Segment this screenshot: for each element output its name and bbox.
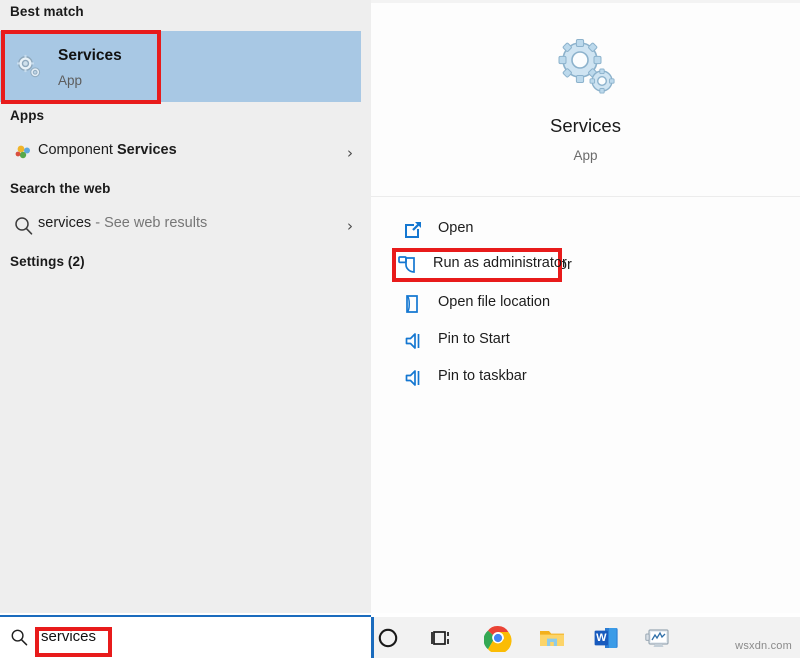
watermark: wsxdn.com xyxy=(735,640,792,652)
file-explorer-icon[interactable] xyxy=(538,624,566,652)
pin-icon xyxy=(402,367,424,389)
search-icon xyxy=(12,214,36,238)
detail-panel-divider xyxy=(371,196,800,197)
windows-search-screen: Best match Services A xyxy=(0,0,800,658)
app-hero-section: Services App xyxy=(371,0,800,196)
action-label-pin-to-start: Pin to Start xyxy=(438,331,510,347)
action-label-pin-to-taskbar: Pin to taskbar xyxy=(438,368,527,384)
cortana-icon[interactable] xyxy=(374,624,402,652)
action-open-file-location[interactable]: Open file location xyxy=(371,285,800,323)
result-row-component-services[interactable]: Component Services › xyxy=(0,133,371,173)
section-header-search-the-web: Search the web xyxy=(0,181,110,196)
web-query-text: services xyxy=(38,215,91,231)
svg-text:W: W xyxy=(596,632,607,644)
search-icon xyxy=(10,628,29,647)
action-pin-to-taskbar[interactable]: Pin to taskbar xyxy=(371,359,800,397)
action-pin-to-start[interactable]: Pin to Start xyxy=(371,322,800,360)
annotation-overlay-run-as-administrator[interactable]: Run as administrator xyxy=(392,248,562,282)
action-label-open: Open xyxy=(438,220,473,236)
app-title: Services xyxy=(371,115,800,137)
task-view-icon[interactable] xyxy=(428,624,456,652)
annotation-box-search-text xyxy=(35,627,112,657)
chevron-right-icon[interactable]: › xyxy=(347,217,353,235)
web-see-results-text: - See web results xyxy=(91,215,207,231)
result-row-web-search[interactable]: services - See web results › xyxy=(0,206,371,246)
result-match: Services xyxy=(117,142,177,158)
action-label-run-as-administrator-highlighted: Run as administrator xyxy=(433,255,567,271)
folder-location-icon xyxy=(402,293,424,315)
pin-icon xyxy=(402,330,424,352)
section-header-apps: Apps xyxy=(0,108,44,123)
component-services-icon xyxy=(12,141,36,165)
shield-admin-icon xyxy=(397,254,419,276)
performance-monitor-icon[interactable] xyxy=(644,624,672,652)
action-open[interactable]: Open xyxy=(371,211,800,249)
section-header-best-match: Best match xyxy=(0,4,84,19)
result-label-component-services: Component Services xyxy=(38,142,177,158)
action-label-open-file-location: Open file location xyxy=(438,294,550,310)
result-prefix: Component xyxy=(38,142,117,158)
app-type-label: App xyxy=(371,148,800,163)
section-header-settings: Settings (2) xyxy=(0,254,85,269)
services-gears-large-icon xyxy=(555,38,617,96)
open-icon xyxy=(402,219,424,241)
chrome-icon[interactable] xyxy=(484,624,512,652)
chevron-right-icon[interactable]: › xyxy=(347,144,353,162)
word-icon[interactable]: W xyxy=(592,624,620,652)
result-label-web-search: services - See web results xyxy=(38,215,207,231)
annotation-box-best-match xyxy=(1,30,161,104)
